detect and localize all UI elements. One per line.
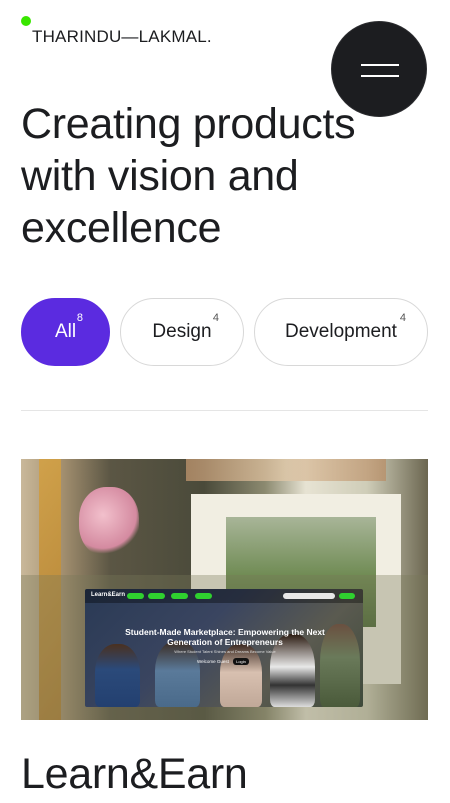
mockup-cta-primary: Welcome Guest <box>197 659 229 664</box>
section-divider <box>21 410 428 411</box>
mockup-logo: Learn&Earn <box>91 592 126 598</box>
scene-flowers <box>79 487 139 557</box>
mockup-nav-item <box>127 593 144 599</box>
project-preview-image[interactable]: Learn&Earn Student-Made Marketplace: Emp… <box>21 459 428 720</box>
website-mockup: Learn&Earn Student-Made Marketplace: Emp… <box>85 589 363 707</box>
mockup-nav: Learn&Earn <box>85 589 363 603</box>
filter-count: 4 <box>399 312 406 324</box>
mockup-headline: Student-Made Marketplace: Empowering the… <box>125 627 325 647</box>
logo-accent-dot <box>21 16 31 26</box>
hero-headline: Creating products with vision and excell… <box>21 100 356 252</box>
mockup-person <box>95 644 140 707</box>
filter-label: All <box>54 321 77 342</box>
filter-design-button[interactable]: Design 4 <box>120 298 244 366</box>
mockup-nav-item <box>148 593 165 599</box>
filter-development-button[interactable]: Development 4 <box>254 298 428 366</box>
filter-label: Design <box>152 321 212 342</box>
mockup-subtext: Where Student Talent Shines and Dreams B… <box>174 649 276 654</box>
filter-label: Development <box>285 321 397 342</box>
filter-count: 4 <box>212 312 219 324</box>
mockup-nav-item <box>195 593 212 599</box>
filter-tabs: All 8 Design 4 Development 4 <box>21 298 428 366</box>
site-logo[interactable]: THARINDU—LAKMAL. <box>32 27 212 47</box>
mockup-nav-button <box>339 593 355 599</box>
mockup-nav-item <box>171 593 188 599</box>
project-title[interactable]: Learn&Earn <box>21 746 248 802</box>
mockup-search <box>283 593 335 599</box>
mockup-cta-secondary: Login <box>233 658 249 665</box>
scene-shelf <box>186 459 386 481</box>
filter-all-button[interactable]: All 8 <box>21 298 110 366</box>
filter-count: 8 <box>76 312 83 324</box>
